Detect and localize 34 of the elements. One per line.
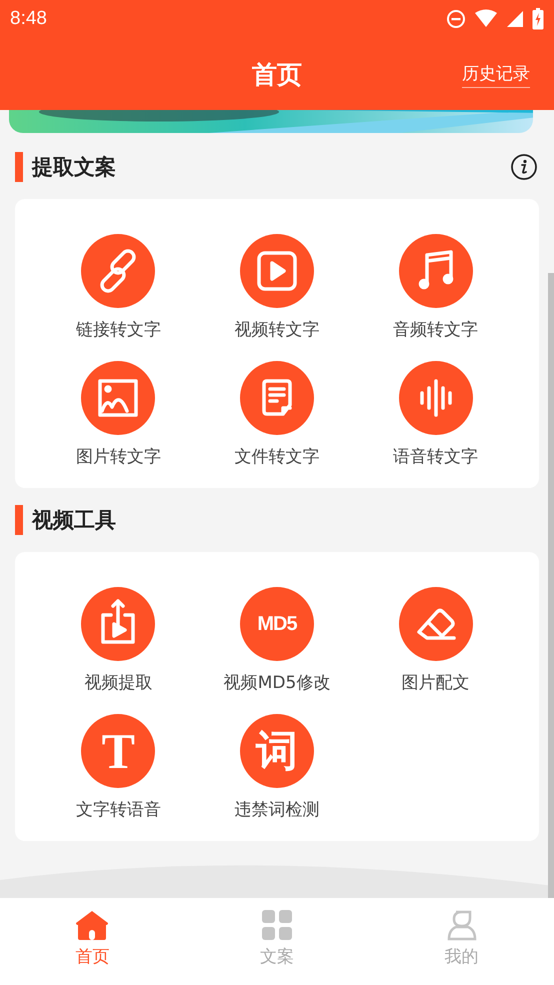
tool-button[interactable]: 视频提取 [39, 587, 198, 694]
page-title: 首页 [252, 58, 302, 90]
accent-bar [15, 152, 23, 182]
tool-button[interactable]: 图片转文字 [39, 361, 198, 468]
home-icon [74, 909, 110, 941]
tool-button[interactable]: 词 违禁词检测 [198, 714, 356, 821]
sound-wave-icon [398, 361, 473, 435]
image-icon [81, 361, 156, 435]
tool-button[interactable]: MD5 视频MD5修改 [198, 587, 356, 694]
link-icon [81, 234, 156, 308]
tool-button[interactable]: 视频转文字 [198, 234, 356, 341]
tool-button[interactable]: T 文字转语音 [39, 714, 198, 821]
tool-button[interactable]: 链接转文字 [39, 234, 198, 341]
eraser-icon [398, 587, 473, 661]
status-time: 8:48 [10, 8, 47, 30]
upload-video-icon [81, 587, 156, 661]
glyph-icon: 词 [240, 714, 314, 788]
tool-button[interactable]: 文件转文字 [198, 361, 356, 468]
tool-button[interactable]: 音频转文字 [356, 234, 515, 341]
tool-button[interactable]: 图片配文 [356, 587, 515, 694]
do-not-disturb-icon [446, 9, 466, 29]
wifi-icon [474, 9, 498, 29]
glyph-icon: MD5 [240, 587, 314, 661]
battery-icon [532, 8, 544, 30]
signal-icon [506, 10, 524, 28]
play-icon [240, 234, 314, 308]
section-title: 提取文案 [32, 154, 116, 181]
music-note-icon [398, 234, 473, 308]
accent-bar [15, 505, 23, 535]
section-title: 视频工具 [32, 507, 116, 534]
document-icon [240, 361, 314, 435]
tool-button[interactable]: 语音转文字 [356, 361, 515, 468]
info-icon[interactable] [510, 153, 538, 181]
glyph-icon: T [81, 714, 156, 788]
